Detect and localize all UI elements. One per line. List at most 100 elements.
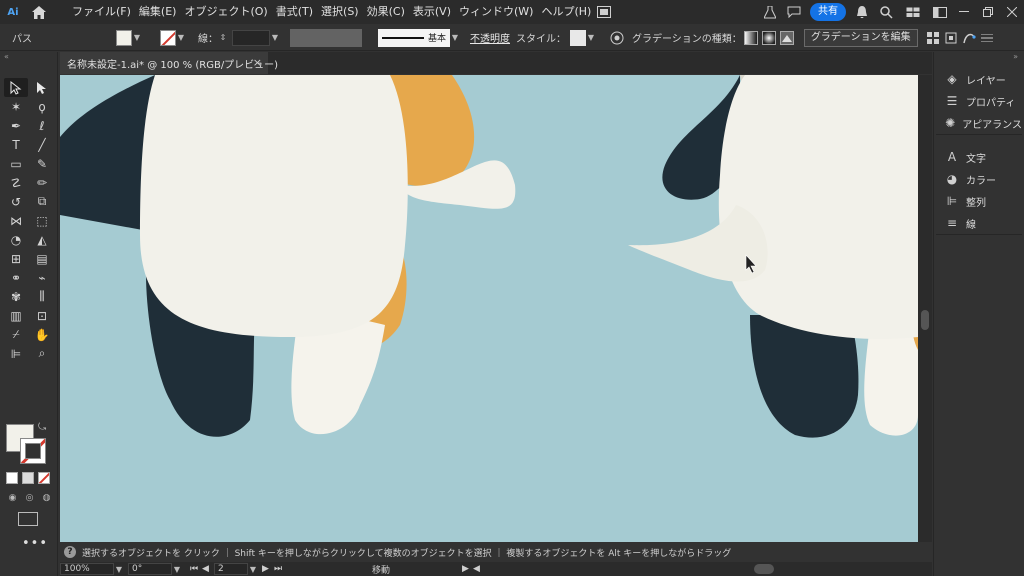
restore-icon[interactable] (976, 0, 1000, 24)
collapse-tools-icon[interactable]: « (4, 52, 9, 61)
panel-toggle-icon[interactable] (928, 0, 952, 24)
stroke-weight-dropdown-icon[interactable]: ▼ (270, 33, 280, 42)
brush-definition-dropdown[interactable]: 基本 (378, 28, 450, 47)
home-button[interactable] (26, 0, 52, 24)
brush-dropdown-icon[interactable]: ▼ (450, 33, 460, 42)
layers-panel-item[interactable]: ◈ レイヤー (936, 68, 1022, 90)
edit-gradient-button[interactable]: グラデーションを編集 (803, 28, 918, 47)
appearance-panel-item[interactable]: ✺ アピアランス (936, 112, 1022, 134)
rotation-field[interactable]: 0° (128, 563, 172, 575)
zoom-field[interactable]: 100% (60, 563, 114, 575)
transform-icon[interactable] (942, 29, 960, 47)
rotate-tool-icon[interactable]: ↺ (4, 192, 28, 211)
shape-builder-tool-icon[interactable]: ◔ (4, 230, 28, 249)
screen-mode-icon[interactable] (18, 512, 38, 526)
previous-artboard-icon[interactable]: ◀ (202, 564, 214, 574)
menu-file[interactable]: ファイル(F) (68, 0, 135, 24)
artboard-tool-icon[interactable]: ⊡ (30, 306, 54, 325)
menu-effect[interactable]: 効果(C) (363, 0, 409, 24)
radial-gradient-icon[interactable] (760, 29, 778, 47)
menu-select[interactable]: 選択(S) (317, 0, 363, 24)
fill-color-swatch[interactable] (116, 29, 132, 46)
stroke-weight-input[interactable] (232, 29, 270, 46)
notification-bell-icon[interactable] (850, 0, 874, 24)
draw-inside-icon[interactable]: ◍ (40, 492, 53, 505)
search-icon[interactable] (874, 0, 898, 24)
align-tool-icon[interactable]: ⊫ (4, 344, 28, 363)
stroke-color-swatch[interactable] (160, 29, 176, 46)
fill-dropdown-icon[interactable]: ▼ (132, 33, 142, 42)
first-artboard-icon[interactable]: ⏮ (190, 564, 202, 574)
edit-toolbar-icon[interactable]: ••• (22, 536, 48, 551)
none-mode-icon[interactable] (38, 472, 50, 484)
zoom-tool-icon[interactable]: ⌕ (30, 344, 54, 363)
zoom-dropdown-icon[interactable]: ▼ (114, 565, 124, 574)
artboard-canvas[interactable] (60, 75, 918, 542)
status-menu-arrow-icon[interactable]: ▶ (462, 564, 469, 574)
graphic-style-swatch[interactable] (570, 29, 586, 46)
menu-type[interactable]: 書式(T) (272, 0, 317, 24)
workspace-switcher-icon[interactable] (898, 0, 928, 24)
color-mode-icon[interactable] (6, 472, 18, 484)
last-artboard-icon[interactable]: ⏭ (274, 564, 286, 574)
vertical-scrollbar[interactable] (918, 75, 932, 542)
collapse-panels-icon[interactable]: » (1013, 52, 1018, 61)
minimize-icon[interactable] (952, 0, 976, 24)
align-panel-item[interactable]: ⊫ 整列 (936, 190, 1022, 212)
opacity-link[interactable]: 不透明度 (470, 30, 510, 45)
scroll-left-icon[interactable]: ◀ (473, 564, 480, 574)
paintbrush-tool-icon[interactable]: ✎ (30, 154, 54, 173)
line-segment-tool-icon[interactable]: ╱ (30, 135, 54, 154)
control-bar-menu-icon[interactable] (978, 29, 996, 47)
selection-tool-icon[interactable] (4, 78, 28, 97)
linear-gradient-icon[interactable] (742, 29, 760, 47)
pen-tool-icon[interactable]: ✒ (4, 116, 28, 135)
symbol-sprayer-tool-icon[interactable]: ✾ (4, 287, 28, 306)
close-window-icon[interactable] (1000, 0, 1024, 24)
lasso-tool-icon[interactable]: ϙ (30, 97, 54, 116)
puppet-warp-icon[interactable] (960, 29, 978, 47)
comment-icon[interactable] (782, 0, 806, 24)
next-artboard-icon[interactable]: ▶ (262, 564, 274, 574)
document-tab[interactable]: 名称未設定-1.ai* @ 100 % (RGB/プレビュー) × (60, 52, 278, 74)
free-transform-tool-icon[interactable]: ⬚ (30, 211, 54, 230)
eyedropper-tool-icon[interactable]: ⌁ (30, 268, 54, 287)
shaper-tool-icon[interactable]: ☡ (4, 173, 28, 192)
character-panel-item[interactable]: A 文字 (936, 146, 1022, 168)
width-tool-icon[interactable]: ⋈ (4, 211, 28, 230)
stroke-weight-stepper[interactable]: ⇕ (218, 33, 228, 42)
direct-selection-tool-icon[interactable] (30, 78, 54, 97)
blend-tool-icon[interactable]: ⚭ (4, 268, 28, 287)
hand-tool-icon[interactable]: ✋ (30, 325, 54, 344)
recolor-artwork-icon[interactable] (608, 29, 626, 47)
magic-wand-tool-icon[interactable]: ✶ (4, 97, 28, 116)
draw-behind-icon[interactable]: ◎ (23, 492, 36, 505)
draw-normal-icon[interactable]: ◉ (6, 492, 19, 505)
scale-tool-icon[interactable]: ⧉ (30, 192, 54, 211)
pencil-tool-icon[interactable]: ✏ (30, 173, 54, 192)
artboard-number-field[interactable]: 2 (214, 563, 248, 575)
artboard-dropdown-icon[interactable]: ▼ (248, 565, 258, 574)
share-button[interactable]: 共有 (810, 3, 846, 21)
help-icon[interactable]: ? (64, 546, 76, 558)
stroke-panel-item[interactable]: ≡ 線 (936, 212, 1022, 234)
close-document-icon[interactable]: × (253, 56, 262, 69)
curvature-tool-icon[interactable]: ℓ (30, 116, 54, 135)
menu-window[interactable]: ウィンドウ(W) (455, 0, 537, 24)
slice-tool-icon[interactable]: ⌿ (4, 325, 28, 344)
column-graph-tool-icon[interactable]: ⫼ (30, 287, 54, 306)
arrange-documents-icon[interactable] (592, 0, 616, 24)
stroke-dropdown-icon[interactable]: ▼ (176, 33, 186, 42)
menu-object[interactable]: オブジェクト(O) (180, 0, 271, 24)
freeform-gradient-icon[interactable] (778, 29, 796, 47)
gradient-mode-icon[interactable] (22, 472, 34, 484)
mesh-tool-icon[interactable]: ⊞ (4, 249, 28, 268)
rectangle-tool-icon[interactable]: ▭ (4, 154, 28, 173)
horizontal-scroll-thumb[interactable] (754, 564, 774, 574)
perspective-grid-tool-icon[interactable]: ◭ (30, 230, 54, 249)
variable-width-profile[interactable] (290, 28, 362, 47)
type-tool-icon[interactable]: T (4, 135, 28, 154)
color-panel-item[interactable]: ◕ カラー (936, 168, 1022, 190)
flask-icon[interactable] (758, 0, 782, 24)
style-dropdown-icon[interactable]: ▼ (586, 33, 596, 42)
